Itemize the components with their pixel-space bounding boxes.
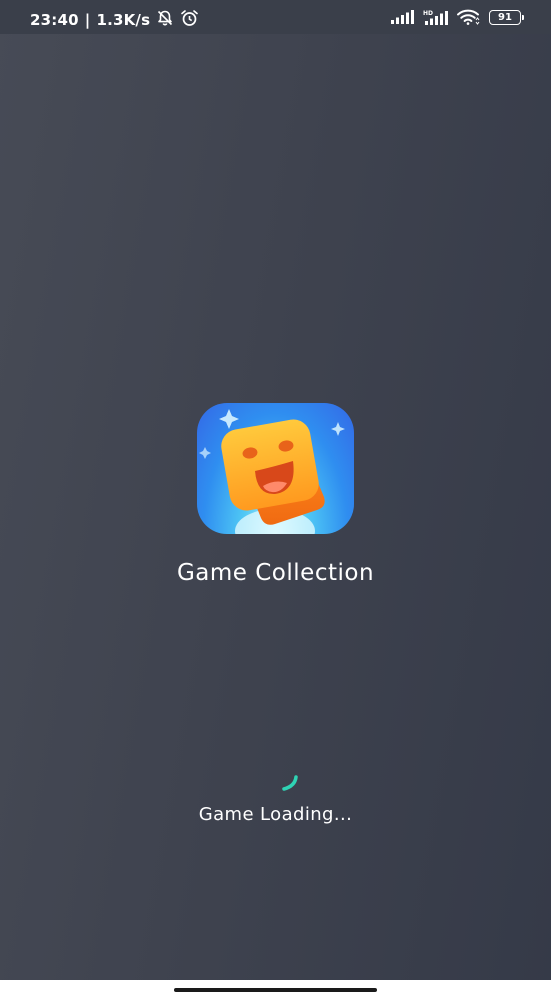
svg-text:HD: HD — [423, 10, 433, 17]
status-separator: | — [84, 11, 91, 29]
app-name: Game Collection — [176, 560, 375, 586]
bell-muted-icon — [156, 9, 174, 31]
battery-icon: 91 — [489, 9, 524, 25]
home-indicator[interactable] — [174, 988, 377, 992]
status-bar: 23:40 | 1.3K/s HD 91 — [0, 0, 551, 34]
status-right: HD 91 — [391, 9, 524, 25]
status-left: 23:40 | 1.3K/s — [30, 9, 199, 31]
status-time: 23:40 — [30, 11, 79, 29]
wifi-icon — [457, 9, 481, 25]
app-icon — [197, 403, 354, 534]
loading-spinner-icon — [278, 774, 302, 802]
battery-level: 91 — [498, 11, 512, 23]
network-speed: 1.3K/s — [96, 11, 151, 29]
splash-screen: 23:40 | 1.3K/s HD 91 Game Collection Gam… — [0, 0, 551, 1000]
hd-signal-icon: HD — [423, 9, 449, 25]
alarm-clock-icon — [180, 9, 199, 31]
loading-text: Game Loading... — [198, 804, 353, 825]
smiley-cube-icon — [199, 409, 345, 534]
signal-icon — [391, 10, 415, 24]
